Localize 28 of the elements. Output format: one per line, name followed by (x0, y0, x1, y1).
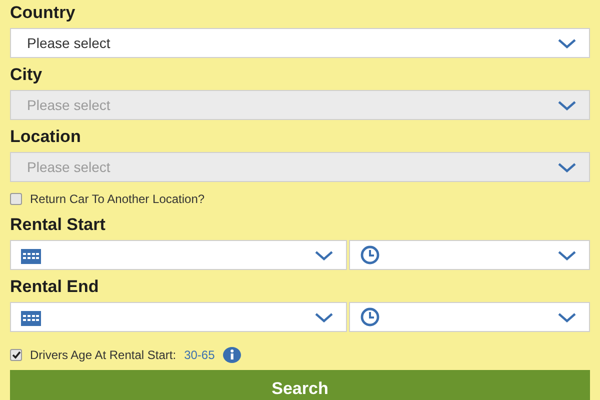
info-icon[interactable] (222, 347, 241, 363)
field-label: Location (10, 127, 81, 147)
field-label: Rental End (10, 277, 99, 297)
search-button[interactable]: Search (10, 370, 590, 400)
time-field[interactable] (349, 302, 590, 332)
field-label: Rental Start (10, 215, 106, 235)
calendar-icon (21, 246, 41, 264)
chevron-icon (314, 250, 334, 260)
date-field[interactable] (10, 240, 347, 270)
chevron-icon (557, 312, 577, 322)
field-label: City (10, 65, 42, 85)
checkbox-label: Return Car To Another Location? (30, 191, 205, 208)
checkbox[interactable] (10, 349, 22, 361)
chevron-icon (557, 250, 577, 260)
age-range: 30-65 (184, 347, 215, 364)
calendar-icon (21, 308, 41, 326)
dropdown[interactable]: Please select (10, 28, 590, 58)
clock-icon (360, 307, 380, 327)
chevron-icon (557, 100, 577, 110)
field-label: Country (10, 3, 76, 23)
clock-icon (360, 245, 380, 265)
checkbox-label: Drivers Age At Rental Start: (30, 347, 176, 364)
chevron-icon (314, 312, 334, 322)
chevron-icon (557, 162, 577, 172)
date-field[interactable] (10, 302, 347, 332)
time-field[interactable] (349, 240, 590, 270)
checkbox[interactable] (10, 193, 22, 205)
chevron-icon (557, 38, 577, 48)
